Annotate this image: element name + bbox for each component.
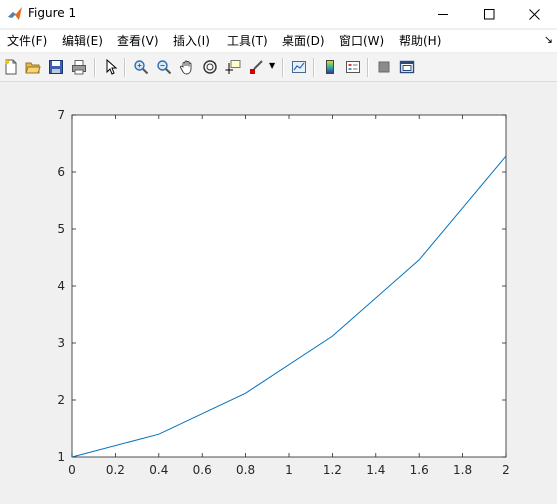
- y-tick-label: 5: [57, 222, 65, 236]
- close-icon: [528, 8, 540, 20]
- y-tick-label: 3: [57, 336, 65, 350]
- x-tick-label: 0.6: [193, 463, 212, 477]
- open-file-icon[interactable]: [23, 57, 43, 77]
- menu-bar: 文件(F) 编辑(E) 查看(V) 插入(I) 工具(T) 桌面(D) 窗口(W…: [0, 30, 557, 52]
- menu-edit[interactable]: 编辑(E): [62, 33, 103, 49]
- y-tick-label: 2: [57, 393, 65, 407]
- brush-dropdown-arrow-icon[interactable]: ▼: [269, 61, 275, 70]
- x-tick-label: 0.2: [106, 463, 125, 477]
- close-button[interactable]: [511, 0, 557, 28]
- show-plot-tools-icon[interactable]: [397, 57, 417, 77]
- edit-plot-cursor-icon[interactable]: [101, 57, 121, 77]
- plot-axes-box: [71, 114, 507, 458]
- print-icon[interactable]: [69, 57, 89, 77]
- x-tick-label: 0.8: [236, 463, 255, 477]
- menu-window[interactable]: 窗口(W): [339, 33, 384, 49]
- toolbar-separator: [124, 58, 126, 77]
- menu-help[interactable]: 帮助(H): [399, 33, 441, 49]
- x-tick-label: 0: [68, 463, 76, 477]
- brush-icon[interactable]: [246, 57, 266, 77]
- menu-view[interactable]: 查看(V): [117, 33, 159, 49]
- minimize-icon: [437, 9, 449, 20]
- x-tick-label: 1.4: [366, 463, 385, 477]
- x-tick-label: 2: [502, 463, 510, 477]
- figure-canvas: 0 0.2 0.4 0.6 0.8 1 1.2 1.4 1.6 1.8 2 1 2 3 4 5 6 7: [0, 82, 557, 501]
- toolbar-separator: [313, 58, 315, 77]
- menu-tools[interactable]: 工具(T): [227, 33, 268, 49]
- insert-colorbar-icon[interactable]: [320, 57, 340, 77]
- toolbar-separator: [282, 58, 284, 77]
- maximize-icon: [483, 8, 495, 20]
- new-figure-icon[interactable]: [1, 57, 21, 77]
- title-bar: Figure 1: [0, 0, 557, 28]
- menu-dock-arrow-icon[interactable]: ↘: [544, 33, 553, 46]
- y-tick-label: 7: [57, 108, 65, 122]
- x-tick-label: 0.4: [149, 463, 168, 477]
- link-plot-icon[interactable]: [289, 57, 309, 77]
- data-cursor-icon[interactable]: [223, 57, 243, 77]
- menu-insert[interactable]: 插入(I): [173, 33, 210, 49]
- hide-plot-tools-icon[interactable]: [374, 57, 394, 77]
- toolbar-separator: [94, 58, 96, 77]
- maximize-button[interactable]: [466, 0, 512, 28]
- x-tick-label: 1: [285, 463, 293, 477]
- toolbar-separator: [367, 58, 369, 77]
- figure-toolbar: ▼: [0, 54, 557, 82]
- y-tick-label: 6: [57, 165, 65, 179]
- save-icon[interactable]: [46, 57, 66, 77]
- menu-file[interactable]: 文件(F): [7, 33, 47, 49]
- y-tick-label: 4: [57, 279, 65, 293]
- matlab-logo-icon: [7, 6, 23, 22]
- minimize-button[interactable]: [420, 0, 466, 28]
- x-tick-label: 1.2: [323, 463, 342, 477]
- zoom-out-icon[interactable]: [154, 57, 174, 77]
- zoom-in-icon[interactable]: [131, 57, 151, 77]
- window-title: Figure 1: [28, 6, 77, 20]
- rotate-3d-icon[interactable]: [200, 57, 220, 77]
- line-plot[interactable]: 0 0.2 0.4 0.6 0.8 1 1.2 1.4 1.6 1.8 2 1 2 3 4 5 6 7: [0, 82, 557, 501]
- y-tick-label: 1: [57, 450, 65, 464]
- insert-legend-icon[interactable]: [343, 57, 363, 77]
- pan-hand-icon[interactable]: [177, 57, 197, 77]
- menu-desktop[interactable]: 桌面(D): [282, 33, 325, 49]
- x-tick-label: 1.8: [453, 463, 472, 477]
- x-tick-label: 1.6: [410, 463, 429, 477]
